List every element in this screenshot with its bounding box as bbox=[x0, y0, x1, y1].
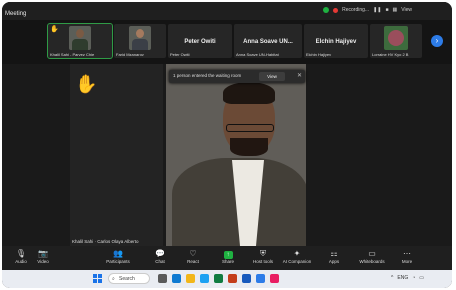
app-icon[interactable] bbox=[270, 274, 279, 283]
edge-icon[interactable] bbox=[172, 274, 181, 283]
shield-icon[interactable] bbox=[323, 7, 330, 13]
title-bar: Meeting Recording... ❚❚ ■ ▦ View bbox=[2, 2, 452, 20]
toolbar-button[interactable]: ✦ AI Companion bbox=[278, 249, 316, 264]
react-icon: ♡ bbox=[189, 249, 197, 258]
participant-label: Farid Mzanarov bbox=[116, 52, 144, 57]
raised-hand-label: Khalil Sahi · Carlos Olaya Alberto bbox=[72, 239, 139, 244]
camera-icon: 📷 bbox=[38, 249, 48, 258]
search-icon: ⌕ bbox=[112, 276, 115, 282]
pause-icon[interactable]: ❚❚ bbox=[373, 7, 381, 13]
participant-label: Anna Soave UN-Habitat bbox=[236, 52, 279, 57]
zoom-icon[interactable] bbox=[256, 274, 265, 283]
participant-tile[interactable]: Peter Owiti Peter Owiti bbox=[168, 24, 232, 58]
recording-icon bbox=[333, 7, 339, 13]
folder-icon[interactable] bbox=[186, 274, 195, 283]
toolbar-label: Apps bbox=[328, 259, 340, 264]
toolbar-button[interactable]: ⛨ Host tools bbox=[244, 249, 282, 264]
toolbar-button[interactable]: ♡ React bbox=[174, 249, 212, 264]
taskview-icon[interactable] bbox=[158, 274, 167, 283]
zoom-window: Meeting Recording... ❚❚ ■ ▦ View ✋ Khali… bbox=[2, 2, 452, 288]
participant-tile[interactable]: Elchin Hajiyev Elchin Hajiyev bbox=[304, 24, 368, 58]
waiting-room-banner: 1 person entered the waiting room View ✕ bbox=[169, 70, 305, 83]
participants-strip: ✋ Khalil Sahi - Parvez Chie Farid Mzanar… bbox=[2, 20, 452, 64]
participant-tile[interactable]: Farid Mzanarov bbox=[114, 24, 166, 58]
participant-tile[interactable]: ✋ Khalil Sahi - Parvez Chie bbox=[47, 23, 113, 59]
toolbar-label: React bbox=[187, 259, 199, 264]
view-icon[interactable]: ▦ bbox=[393, 7, 398, 13]
shield-icon: ⛨ bbox=[260, 249, 266, 258]
toolbar-button[interactable]: 📷 Video bbox=[24, 249, 62, 264]
toolbar-button[interactable]: ▭ Whiteboards bbox=[353, 249, 391, 264]
more-icon: ⋯ bbox=[403, 249, 411, 258]
toolbar-label: More bbox=[401, 259, 413, 264]
toolbar-label: Host tools bbox=[252, 259, 273, 264]
sparkle-icon: ✦ bbox=[293, 249, 301, 258]
participant-tile[interactable]: Anna Soave UN... Anna Soave UN-Habitat bbox=[234, 24, 302, 58]
raised-hand-icon: ✋ bbox=[50, 26, 59, 33]
people-icon: 👥 bbox=[113, 249, 123, 258]
apps-icon: ⚏ bbox=[330, 249, 338, 258]
search-placeholder: Search bbox=[119, 276, 135, 282]
view-waiting-room-button[interactable]: View bbox=[259, 72, 285, 81]
toolbar-button[interactable]: ⋯ More bbox=[388, 249, 426, 264]
active-speaker-video[interactable] bbox=[166, 64, 306, 246]
system-tray[interactable]: ^ ENG ◔ ▭ bbox=[391, 275, 424, 281]
recording-label[interactable]: Recording... bbox=[342, 7, 369, 13]
next-page-button[interactable]: › bbox=[431, 35, 443, 47]
main-stage: ✋ Khalil Sahi · Carlos Olaya Alberto 1 p… bbox=[2, 64, 452, 246]
stop-icon[interactable]: ■ bbox=[385, 7, 388, 13]
toolbar-label: Share bbox=[221, 259, 234, 264]
chrome-icon[interactable] bbox=[200, 274, 209, 283]
toolbar-label: Whiteboards bbox=[359, 259, 385, 264]
participant-tile[interactable]: Lorraine HV Kyo 2 B bbox=[370, 24, 422, 58]
participant-photo bbox=[69, 26, 91, 50]
toolbar-button[interactable]: 👥 Participants bbox=[99, 249, 137, 264]
participant-label: Elchin Hajiyev bbox=[306, 52, 332, 57]
toolbar-button[interactable]: ↑ Share bbox=[209, 249, 247, 264]
participant-label: Khalil Sahi - Parvez Chie bbox=[50, 52, 95, 57]
battery-icon[interactable]: ▭ bbox=[419, 275, 424, 281]
excel-icon[interactable] bbox=[214, 274, 223, 283]
toolbar-label: Video bbox=[37, 259, 49, 264]
meeting-toolbar: 🎙 Audio 📷 Video 👥 Participants 💬 Chat ♡ … bbox=[2, 246, 452, 270]
participant-name: Elchin Hajiyev bbox=[315, 39, 357, 45]
toolbar-label: AI Companion bbox=[282, 259, 312, 264]
waiting-room-message: 1 person entered the waiting room bbox=[173, 73, 242, 78]
language-indicator[interactable]: ENG bbox=[397, 275, 408, 281]
participant-name: Peter Owiti bbox=[184, 39, 216, 45]
participant-name: Anna Soave UN... bbox=[243, 39, 293, 45]
raised-hand-icon: ✋ bbox=[75, 74, 98, 94]
raised-hand-tile[interactable]: ✋ Khalil Sahi · Carlos Olaya Alberto bbox=[70, 64, 163, 246]
toolbar-label: Participants bbox=[106, 259, 130, 264]
windows-start-icon[interactable] bbox=[93, 274, 102, 283]
participant-label: Peter Owiti bbox=[170, 52, 190, 57]
toolbar-button[interactable]: ⚏ Apps bbox=[315, 249, 353, 264]
taskbar-search-input[interactable]: ⌕ Search bbox=[108, 273, 150, 284]
word-icon[interactable] bbox=[242, 274, 251, 283]
wifi-icon[interactable]: ◔ bbox=[412, 275, 415, 281]
share-icon: ↑ bbox=[223, 251, 233, 259]
close-icon[interactable]: ✕ bbox=[297, 72, 302, 79]
window-title: Meeting bbox=[5, 11, 27, 17]
participant-label: Lorraine HV Kyo 2 B bbox=[372, 52, 409, 57]
participant-photo bbox=[129, 26, 151, 50]
windows-taskbar: ⌕ Search ^ ENG ◔ ▭ bbox=[2, 270, 452, 288]
top-right-controls: Recording... ❚❚ ■ ▦ View bbox=[323, 7, 412, 13]
participant-avatar bbox=[384, 26, 408, 50]
chevron-up-icon[interactable]: ^ bbox=[391, 275, 393, 281]
powerpoint-icon[interactable] bbox=[228, 274, 237, 283]
whiteboard-icon: ▭ bbox=[368, 249, 376, 258]
view-label[interactable]: View bbox=[401, 7, 412, 13]
